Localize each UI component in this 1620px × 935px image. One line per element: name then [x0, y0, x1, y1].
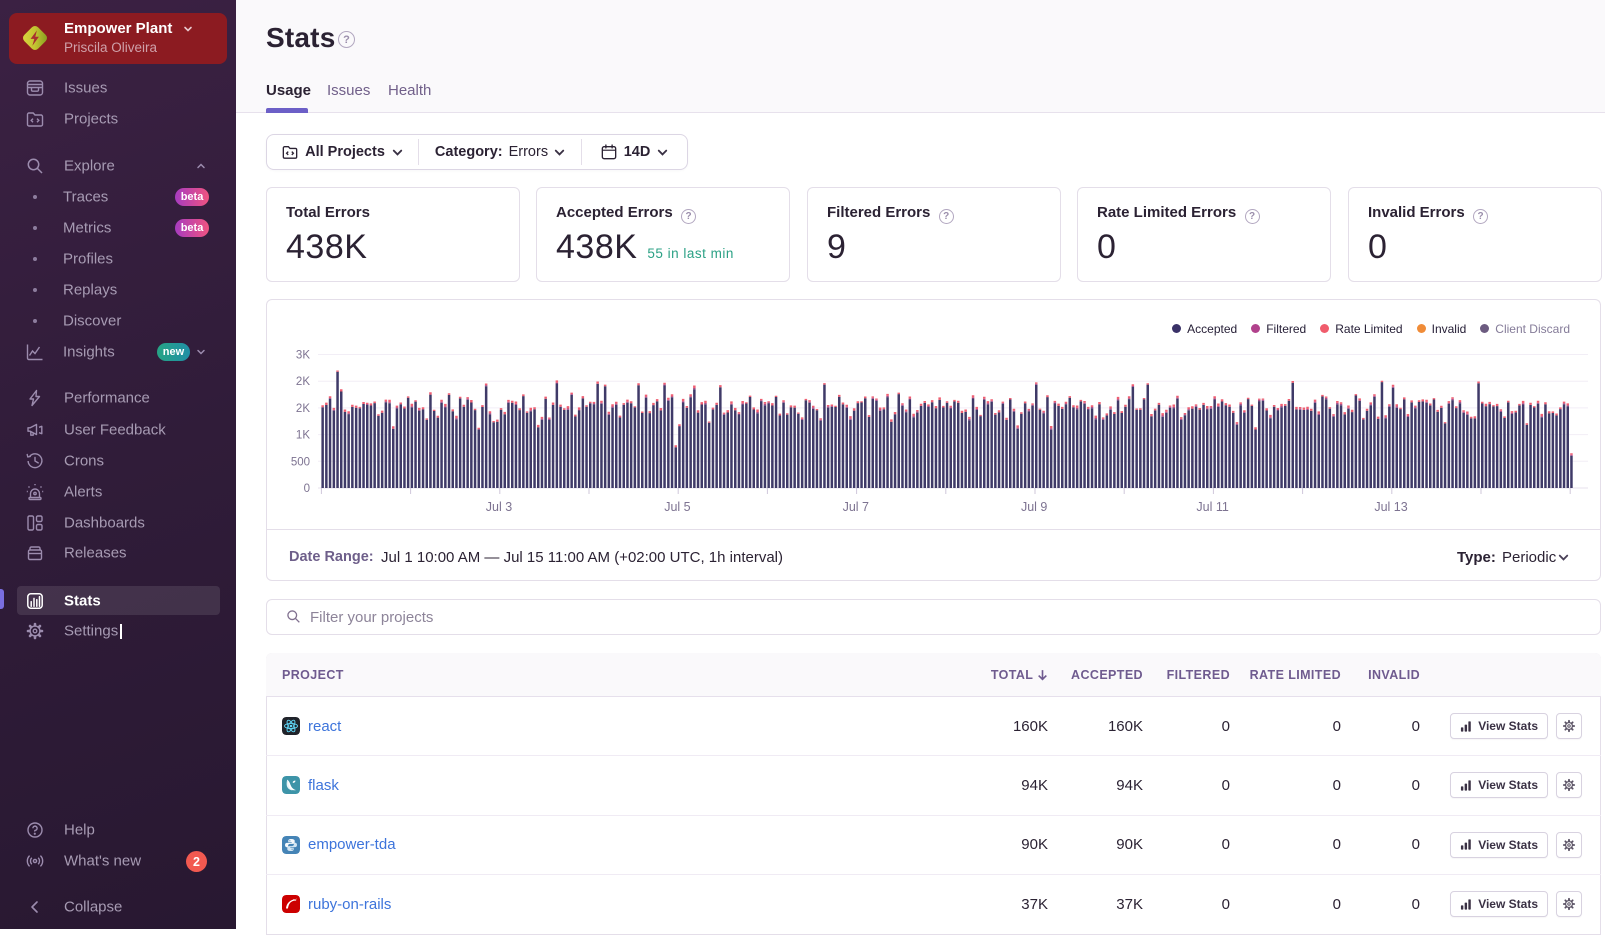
svg-text:Jul 13: Jul 13	[1374, 500, 1407, 514]
svg-text:Jul 5: Jul 5	[664, 500, 690, 514]
svg-text:Jul 3: Jul 3	[486, 500, 512, 514]
svg-text:2K: 2K	[296, 403, 310, 415]
svg-text:500: 500	[291, 456, 310, 468]
svg-text:2K: 2K	[296, 376, 310, 388]
svg-text:0: 0	[304, 483, 310, 495]
svg-text:3K: 3K	[296, 350, 310, 362]
svg-text:Jul 11: Jul 11	[1196, 500, 1228, 514]
svg-text:1K: 1K	[296, 430, 310, 442]
svg-text:Jul 9: Jul 9	[1021, 500, 1047, 514]
svg-text:Jul 7: Jul 7	[843, 500, 869, 514]
